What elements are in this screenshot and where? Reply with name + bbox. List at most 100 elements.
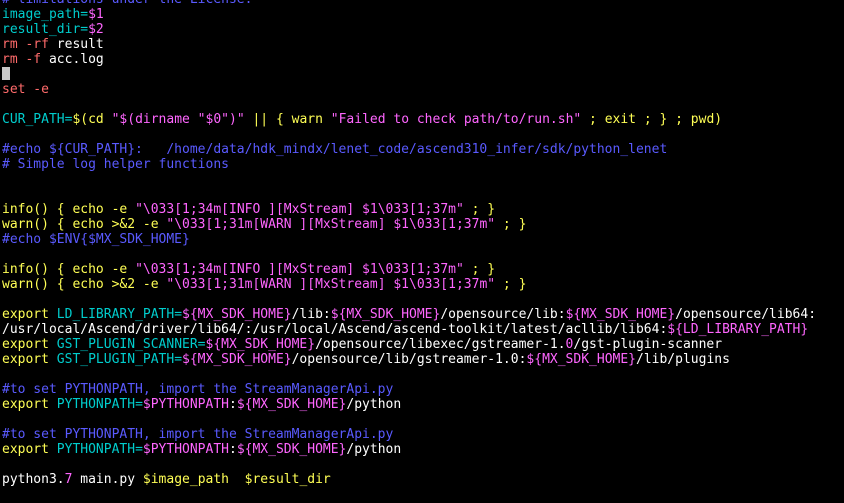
code-token: echo -e (72, 202, 136, 217)
code-token: warn() { (2, 217, 73, 232)
code-token: "\033[1;34m[INFO ][MxStream] $1\033[1;37… (135, 202, 464, 217)
code-token: export (2, 352, 57, 367)
code-line: #echo $ENV{$MX_SDK_HOME} (2, 232, 844, 247)
code-line: warn() { echo >&2 -e "\033[1;31m[WARN ][… (2, 277, 844, 292)
code-token: || { (244, 112, 292, 127)
code-token: # limitations under the License. (2, 0, 252, 7)
code-token: image_path= (2, 7, 89, 22)
code-token: #to set PYTHONPATH, import the StreamMan… (2, 427, 394, 442)
code-token: acc.log (41, 52, 104, 67)
code-token: /gst-plugin-scanner (573, 337, 723, 352)
code-line: set -e (2, 82, 844, 97)
code-token: info() { (2, 262, 73, 277)
code-token: rm (2, 52, 26, 67)
code-token: rm (2, 37, 26, 52)
code-line: export PYTHONPATH=$PYTHONPATH:${MX_SDK_H… (2, 397, 844, 412)
code-token: ${MX_SDK_HOME} (182, 352, 292, 367)
code-token: -rf (25, 37, 49, 52)
code-token: echo -e (72, 262, 136, 277)
code-token: LD_LIBRARY_PATH= (56, 307, 183, 322)
code-token: CUR_PATH= (2, 112, 73, 127)
code-token: ${MX_SDK_HOME} (182, 307, 292, 322)
code-token: "\033[1;34m[INFO ][MxStream] $1\033[1;37… (135, 262, 464, 277)
code-token: /opensource/lib64: (675, 307, 817, 322)
code-token: # Simple log helper functions (2, 157, 229, 172)
code-token: python3. (2, 472, 65, 487)
code-line (2, 67, 844, 82)
code-token: "\033[1;31m[WARN ][MxStream] $1\033[1;37… (166, 217, 496, 232)
code-token: : (228, 442, 237, 457)
code-line: result_dir=$2 (2, 22, 844, 37)
code-token: /lib: (291, 307, 331, 322)
code-token: main.py (72, 472, 143, 487)
code-line: info() { echo -e "\033[1;34m[INFO ][MxSt… (2, 262, 844, 277)
code-token: warn() { (2, 277, 73, 292)
code-token: export (2, 307, 57, 322)
code-token: ${MX_SDK_HOME} (565, 307, 676, 322)
code-token: result (48, 37, 104, 52)
code-token: warn (291, 112, 331, 127)
code-token: result_dir= (2, 22, 89, 37)
code-token: ; } (463, 262, 496, 277)
code-token: export (2, 337, 57, 352)
code-line: export GST_PLUGIN_SCANNER=${MX_SDK_HOME}… (2, 337, 844, 352)
code-token: ${LD_LIBRARY_PATH} (667, 322, 809, 337)
code-token: #echo ${CUR_PATH}: /home/data/hdk_mindx/… (2, 142, 668, 157)
code-line: info() { echo -e "\033[1;34m[INFO ][MxSt… (2, 202, 844, 217)
code-token: : (228, 397, 237, 412)
code-token: $1 (88, 7, 104, 22)
code-token: "$(dirname "$0")" (111, 112, 245, 127)
code-token: info() { (2, 202, 73, 217)
code-line: /usr/local/Ascend/driver/lib64/:/usr/loc… (2, 322, 844, 337)
code-token: #echo $ENV{$MX_SDK_HOME} (2, 232, 190, 247)
code-token: GST_PLUGIN_SCANNER= (56, 337, 206, 352)
code-line: export LD_LIBRARY_PATH=${MX_SDK_HOME}/li… (2, 307, 844, 322)
code-token: $(cd (72, 112, 112, 127)
code-token: echo >&2 -e (72, 217, 167, 232)
code-line: #to set PYTHONPATH, import the StreamMan… (2, 382, 844, 397)
code-line: rm -rf result (2, 37, 844, 52)
code-token: /opensource/libexec/gstreamer-1. (315, 337, 566, 352)
code-token: set -e (2, 82, 49, 97)
code-line: warn() { echo >&2 -e "\033[1;31m[WARN ][… (2, 217, 844, 232)
code-token: ${MX_SDK_HOME} (330, 307, 441, 322)
code-token: ${MX_SDK_HOME} (236, 397, 347, 412)
code-token: #to set PYTHONPATH, import the StreamMan… (2, 382, 394, 397)
code-token: $image_path (142, 472, 229, 487)
code-token: $result_dir (244, 472, 331, 487)
code-token: PYTHONPATH= (56, 397, 143, 412)
code-token: ; } (495, 217, 527, 232)
code-token: $2 (88, 22, 104, 37)
code-token: ${MX_SDK_HOME} (526, 352, 636, 367)
code-token: /python (346, 442, 402, 457)
code-line: python3.7 main.py $image_path $result_di… (2, 472, 844, 487)
code-line: rm -f acc.log (2, 52, 844, 67)
code-token: /opensource/lib/gstreamer-1.0: (291, 352, 527, 367)
code-line: #echo ${CUR_PATH}: /home/data/hdk_mindx/… (2, 142, 844, 157)
code-token: PYTHONPATH= (56, 442, 143, 457)
code-token: ; } (495, 277, 527, 292)
code-token: GST_PLUGIN_PATH= (56, 352, 183, 367)
terminal-editor[interactable]: # limitations under the License.image_pa… (2, 0, 844, 495)
code-line: image_path=$1 (2, 7, 844, 22)
code-token: ${MX_SDK_HOME} (205, 337, 316, 352)
code-token: echo >&2 -e (72, 277, 167, 292)
code-token: /opensource/lib: (440, 307, 566, 322)
code-token: export (2, 442, 57, 457)
code-line: #to set PYTHONPATH, import the StreamMan… (2, 427, 844, 442)
code-token: export (2, 397, 57, 412)
code-token: ${MX_SDK_HOME} (236, 442, 347, 457)
code-token: ; exit ; } ; pwd) (581, 112, 723, 127)
code-token: ; } (463, 202, 496, 217)
code-token: "\033[1;31m[WARN ][MxStream] $1\033[1;37… (166, 277, 496, 292)
code-line: # Simple log helper functions (2, 157, 844, 172)
